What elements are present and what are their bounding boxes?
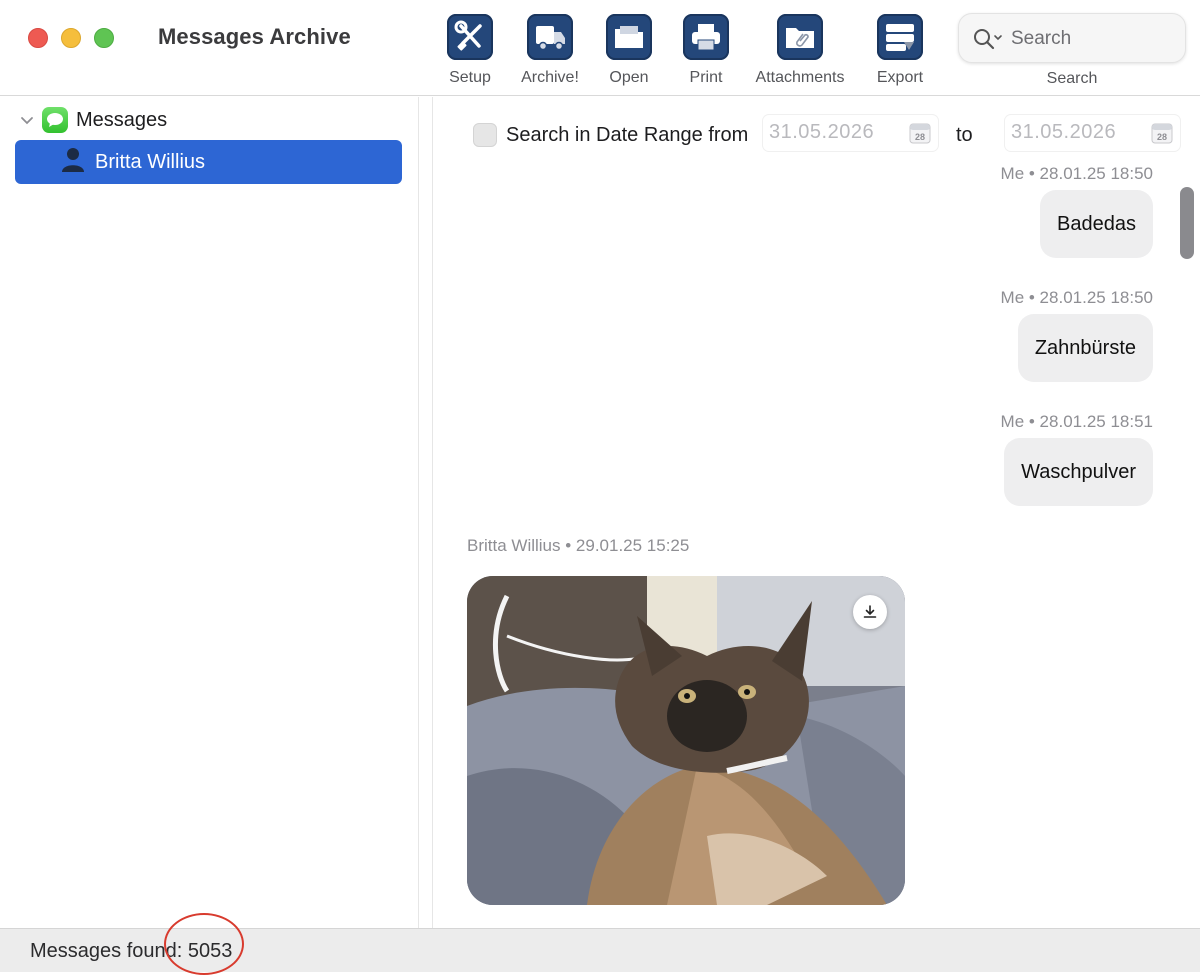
contact-name: Britta Willius: [95, 150, 206, 173]
date-from-field[interactable]: 31.05.2026 28: [763, 115, 938, 151]
search-icon: [973, 27, 1005, 56]
zoom-window-button[interactable]: [94, 28, 114, 48]
export-label: Export: [876, 69, 924, 86]
calendar-day: 28: [1157, 132, 1167, 142]
attachment-photo[interactable]: [467, 576, 905, 905]
attachments-label: Attachments: [755, 69, 845, 86]
truck-icon: [527, 14, 573, 60]
split-view-divider[interactable]: [418, 97, 433, 928]
sidebar-item-britta-willius[interactable]: Britta Willius: [15, 140, 402, 184]
sidebar-group-label: Messages: [76, 108, 168, 131]
calendar-icon[interactable]: 28: [1150, 121, 1174, 150]
toolbar: Messages Archive Setup Archive! Open Pri…: [0, 0, 1200, 96]
calendar-icon[interactable]: 28: [908, 121, 932, 150]
message-view: Search in Date Range from 31.05.2026 28 …: [445, 97, 1200, 928]
archive-label: Archive!: [521, 69, 579, 86]
vertical-scrollbar[interactable]: [1178, 175, 1195, 925]
search-input[interactable]: [1011, 26, 1171, 52]
message-meta: Me • 28.01.25 18:50: [1000, 288, 1153, 307]
search-caption: Search: [1046, 70, 1098, 87]
messages-app-icon: [42, 107, 68, 133]
message-meta: Britta Willius • 29.01.25 15:25: [467, 536, 690, 555]
date-to-value: 31.05.2026: [1011, 121, 1117, 143]
search-field[interactable]: [958, 13, 1186, 63]
person-icon: [61, 147, 85, 178]
chevron-down-icon[interactable]: [18, 111, 36, 129]
open-label: Open: [609, 69, 649, 86]
sidebar: Messages Britta Willius: [0, 97, 418, 928]
export-tray-icon: [877, 14, 923, 60]
setup-label: Setup: [449, 69, 491, 86]
calendar-day: 28: [915, 132, 925, 142]
date-range-label: Search in Date Range from: [506, 123, 749, 146]
paperclip-folder-icon: [777, 14, 823, 60]
message-bubble[interactable]: Waschpulver: [1004, 438, 1153, 506]
message-bubble[interactable]: Zahnbürste: [1017, 314, 1153, 382]
message-meta: Me • 28.01.25 18:51: [1000, 412, 1153, 431]
setup-button[interactable]: Setup: [443, 14, 497, 90]
open-button[interactable]: Open: [602, 14, 656, 90]
wrench-screwdriver-icon: [447, 14, 493, 60]
print-label: Print: [689, 69, 723, 86]
date-range-checkbox[interactable]: [473, 123, 497, 147]
date-to-field[interactable]: 31.05.2026 28: [1005, 115, 1180, 151]
attachments-button[interactable]: Attachments: [750, 14, 850, 90]
download-button[interactable]: [853, 595, 887, 629]
printer-icon: [683, 14, 729, 60]
date-range-filter: Search in Date Range from: [473, 117, 748, 153]
message-meta: Me • 28.01.25 18:50: [1000, 164, 1153, 183]
cat-photo: [467, 576, 905, 905]
close-window-button[interactable]: [28, 28, 48, 48]
message-bubble[interactable]: Badedas: [1040, 190, 1153, 258]
date-to-label: to: [956, 124, 973, 146]
sidebar-group-messages[interactable]: Messages: [18, 105, 167, 135]
date-from-value: 31.05.2026: [769, 121, 875, 143]
export-button[interactable]: Export: [872, 14, 928, 90]
minimize-window-button[interactable]: [61, 28, 81, 48]
archive-button[interactable]: Archive!: [516, 14, 584, 90]
folder-icon: [606, 14, 652, 60]
print-button[interactable]: Print: [679, 14, 733, 90]
highlight-annotation-circle: [164, 913, 244, 975]
window-title: Messages Archive: [158, 24, 351, 49]
scroll-thumb[interactable]: [1180, 187, 1194, 259]
download-icon: [863, 605, 877, 618]
app-window: Messages Archive Setup Archive! Open Pri…: [0, 0, 1200, 975]
